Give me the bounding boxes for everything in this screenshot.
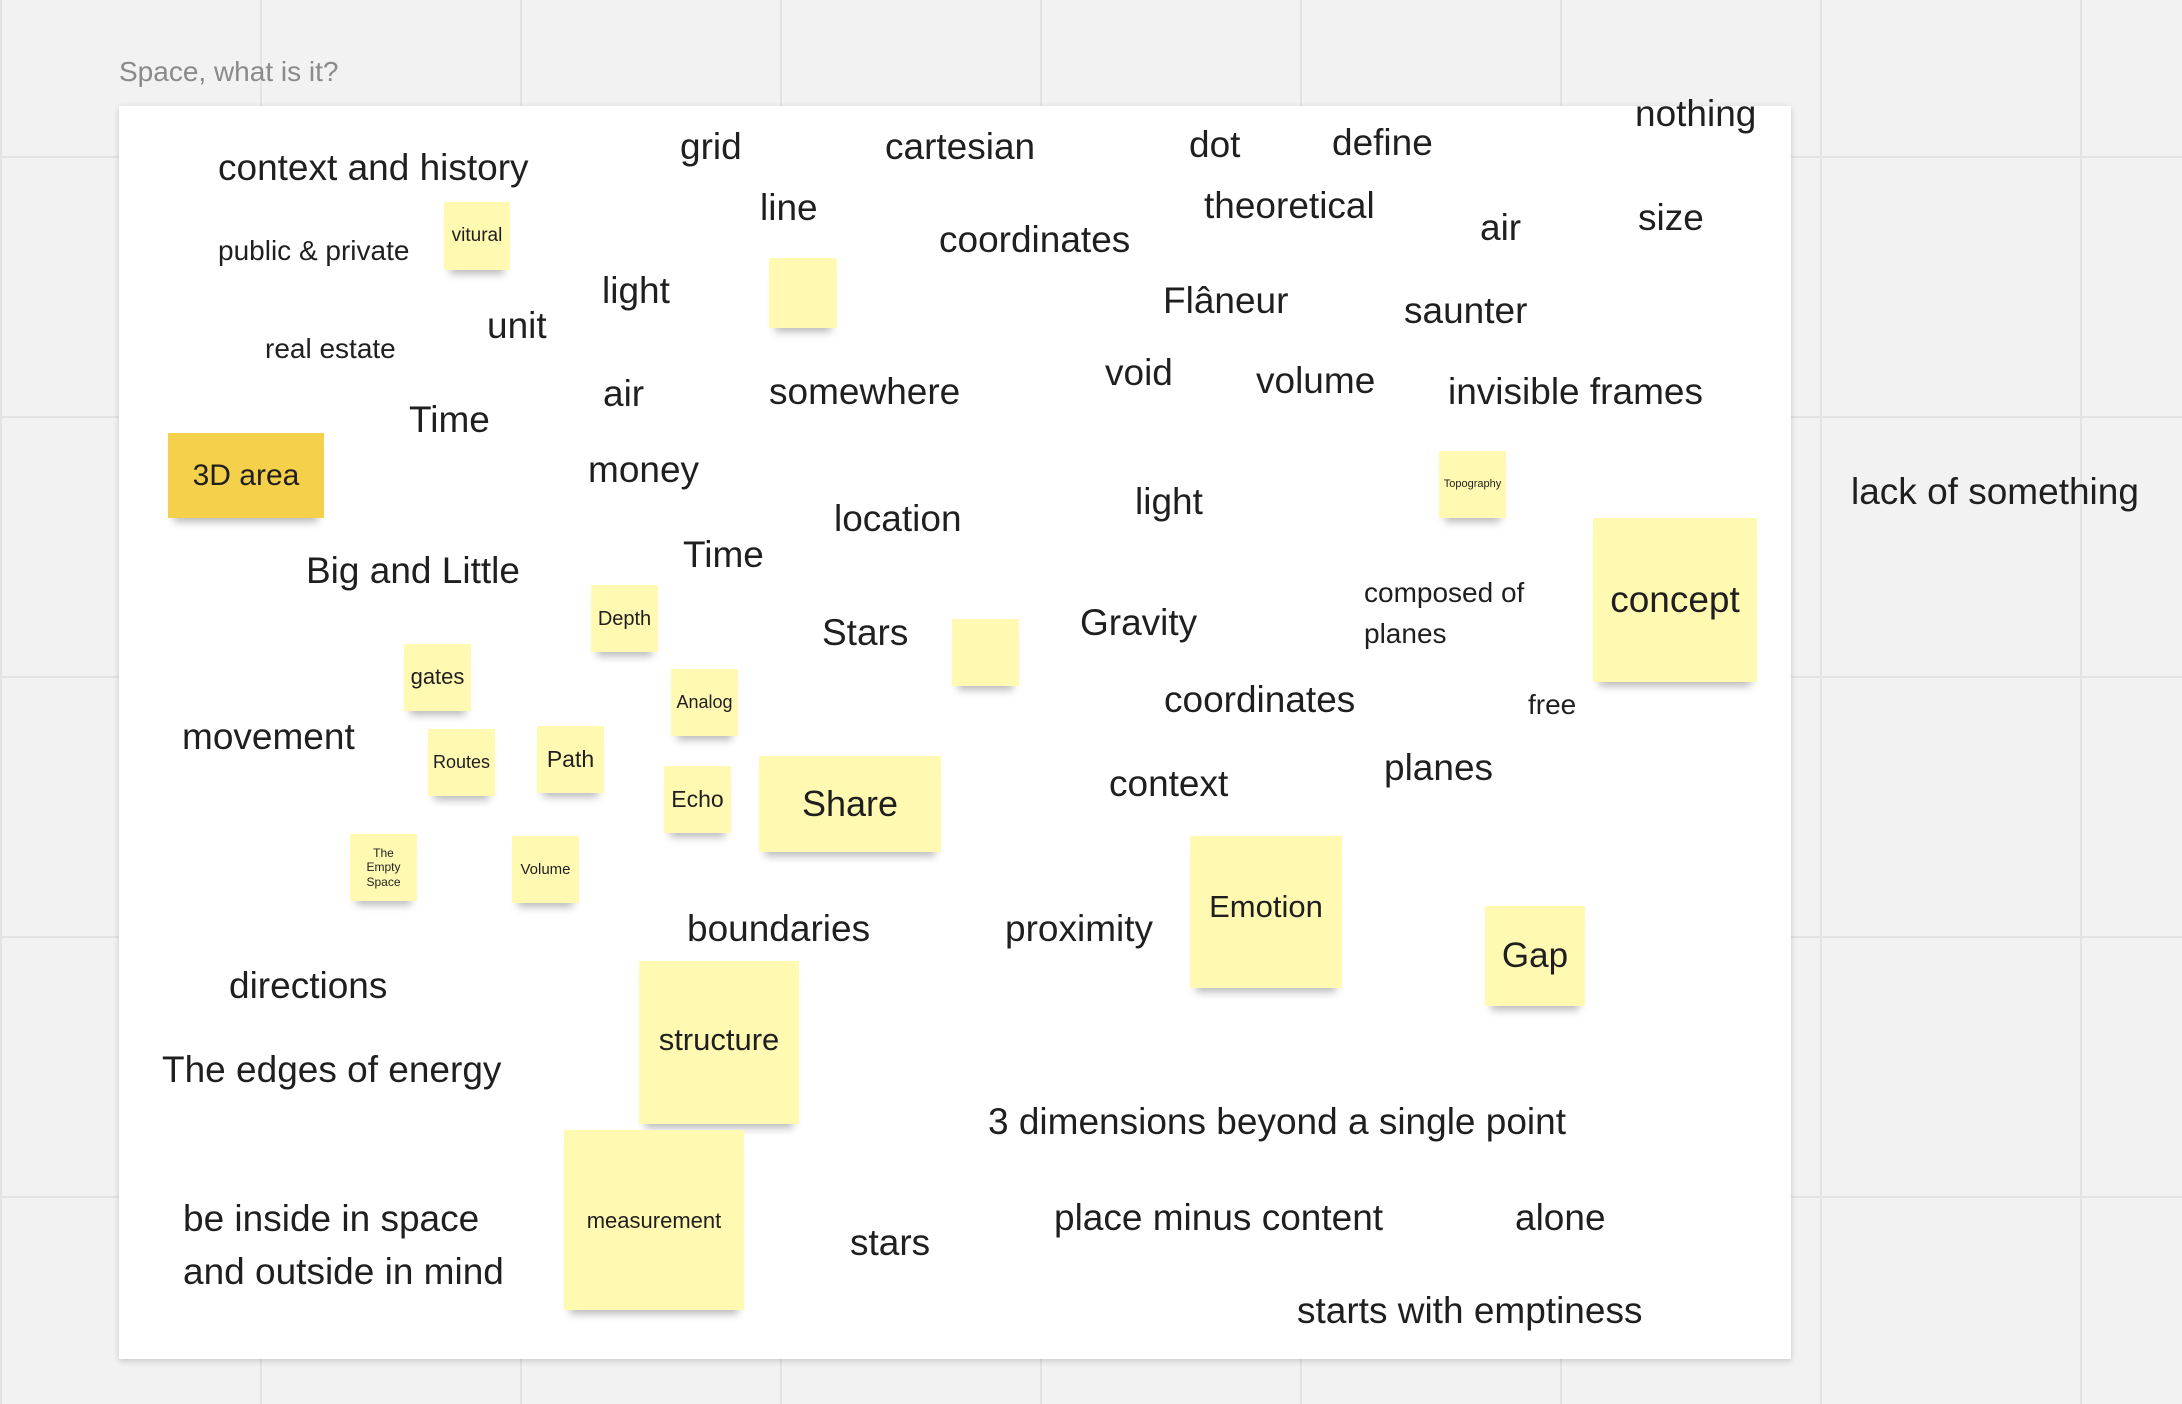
text-time-mid[interactable]: Time	[683, 533, 764, 577]
sticky-note-echo[interactable]: Echo	[664, 766, 731, 833]
text-context-and-history[interactable]: context and history	[218, 146, 529, 190]
sticky-note-blank-mid[interactable]	[952, 619, 1019, 686]
text-planes-large[interactable]: planes	[1384, 746, 1493, 790]
sticky-note-the-empty-space[interactable]: The Empty Space	[350, 834, 417, 901]
text-public-private[interactable]: public & private	[218, 234, 409, 268]
sticky-note-measurement[interactable]: measurement	[564, 1130, 744, 1310]
text-planes-small[interactable]: planes	[1364, 617, 1447, 651]
text-invisible-frames[interactable]: invisible frames	[1448, 370, 1703, 414]
sticky-note-vitural[interactable]: vitural	[444, 202, 510, 270]
text-light-mid[interactable]: light	[1135, 480, 1203, 524]
text-directions[interactable]: directions	[229, 964, 387, 1008]
text-flaneur[interactable]: Flâneur	[1163, 279, 1288, 323]
sticky-note-blank-top[interactable]	[769, 258, 837, 328]
text-3-dimensions[interactable]: 3 dimensions beyond a single point	[988, 1100, 1566, 1144]
text-line[interactable]: line	[760, 186, 818, 230]
text-real-estate[interactable]: real estate	[265, 332, 396, 366]
text-air-right[interactable]: air	[1480, 206, 1521, 250]
sticky-note-routes[interactable]: Routes	[428, 729, 495, 796]
sticky-note-gap[interactable]: Gap	[1485, 906, 1585, 1006]
text-define[interactable]: define	[1332, 121, 1433, 165]
text-volume[interactable]: volume	[1256, 359, 1375, 403]
text-location[interactable]: location	[834, 497, 962, 541]
text-proximity[interactable]: proximity	[1005, 907, 1153, 951]
text-free[interactable]: free	[1528, 688, 1576, 722]
sticky-note-analog[interactable]: Analog	[671, 669, 738, 736]
sticky-note-3d-area[interactable]: 3D area	[168, 433, 324, 518]
text-dot[interactable]: dot	[1189, 123, 1240, 167]
sticky-note-gates[interactable]: gates	[404, 644, 471, 711]
text-time-top[interactable]: Time	[409, 398, 490, 442]
text-light-top[interactable]: light	[602, 269, 670, 313]
text-theoretical[interactable]: theoretical	[1204, 184, 1375, 228]
text-context[interactable]: context	[1109, 762, 1228, 806]
text-coordinates-mid[interactable]: coordinates	[1164, 678, 1355, 722]
frame-title: Space, what is it?	[119, 56, 339, 87]
sticky-note-topography[interactable]: Topography	[1439, 451, 1506, 518]
text-starts-with-emptiness[interactable]: starts with emptiness	[1297, 1289, 1642, 1333]
text-composed-of[interactable]: composed of	[1364, 576, 1524, 610]
text-gravity[interactable]: Gravity	[1080, 601, 1197, 645]
sticky-note-structure[interactable]: structure	[639, 961, 799, 1124]
text-big-and-little[interactable]: Big and Little	[306, 549, 520, 593]
text-somewhere[interactable]: somewhere	[769, 370, 960, 414]
text-saunter[interactable]: saunter	[1404, 289, 1527, 333]
text-cartesian[interactable]: cartesian	[885, 125, 1035, 169]
sticky-note-path[interactable]: Path	[537, 726, 604, 793]
sticky-note-concept[interactable]: concept	[1593, 518, 1757, 682]
sticky-note-volume[interactable]: Volume	[512, 836, 579, 903]
text-alone[interactable]: alone	[1515, 1196, 1606, 1240]
text-money[interactable]: money	[588, 448, 699, 492]
text-coordinates-top[interactable]: coordinates	[939, 218, 1130, 262]
sticky-note-share[interactable]: Share	[759, 756, 941, 852]
text-void[interactable]: void	[1105, 351, 1173, 395]
text-stars-mid[interactable]: Stars	[822, 611, 908, 655]
text-edges-of-energy[interactable]: The edges of energy	[162, 1048, 501, 1092]
text-lack-of-something[interactable]: lack of something	[1851, 470, 2139, 514]
text-unit[interactable]: unit	[487, 304, 547, 348]
text-outside-in-mind[interactable]: and outside in mind	[183, 1250, 504, 1294]
text-movement[interactable]: movement	[182, 715, 355, 759]
text-grid[interactable]: grid	[680, 125, 742, 169]
text-place-minus-content[interactable]: place minus content	[1054, 1196, 1383, 1240]
sticky-note-depth[interactable]: Depth	[591, 585, 658, 652]
text-air-left[interactable]: air	[603, 372, 644, 416]
text-nothing[interactable]: nothing	[1635, 92, 1756, 136]
sticky-note-emotion[interactable]: Emotion	[1190, 836, 1342, 988]
text-boundaries[interactable]: boundaries	[687, 907, 870, 951]
whiteboard-frame[interactable]: context and history grid cartesian dot d…	[119, 93, 1791, 1359]
text-size[interactable]: size	[1638, 196, 1704, 240]
text-inside-in-space[interactable]: be inside in space	[183, 1197, 479, 1241]
text-stars-bottom[interactable]: stars	[850, 1221, 930, 1265]
